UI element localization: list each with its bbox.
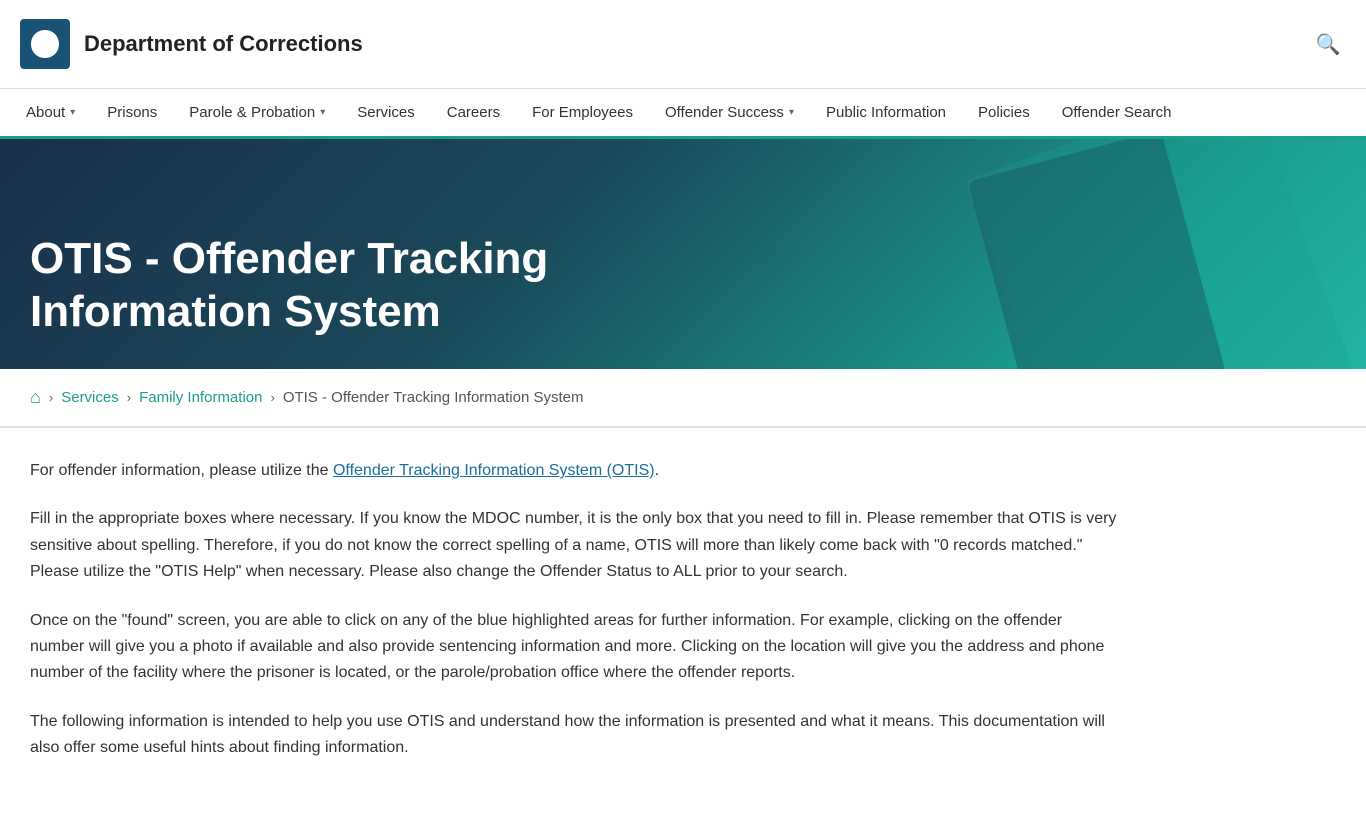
breadcrumb-home-icon[interactable]: ⌂ <box>30 387 41 408</box>
logo-link[interactable]: Department of Corrections <box>20 19 363 69</box>
nav-item-parole[interactable]: Parole & Probation ▾ <box>173 89 341 136</box>
nav-label-prisons: Prisons <box>107 104 157 121</box>
nav-label-offender-search: Offender Search <box>1062 104 1172 121</box>
nav-item-careers[interactable]: Careers <box>431 89 516 136</box>
para1-suffix: . <box>655 462 659 479</box>
logo-svg <box>27 26 63 62</box>
nav-label-parole: Parole & Probation <box>189 104 315 121</box>
breadcrumb-services-link[interactable]: Services <box>61 389 119 406</box>
nav-label-careers: Careers <box>447 104 500 121</box>
logo-icon <box>20 19 70 69</box>
nav-label-public-info: Public Information <box>826 104 946 121</box>
content-paragraph-3: Once on the "found" screen, you are able… <box>30 608 1120 687</box>
nav-label-services: Services <box>357 104 415 121</box>
otis-link[interactable]: Offender Tracking Information System (OT… <box>333 462 655 479</box>
nav-item-about[interactable]: About ▾ <box>10 89 91 136</box>
hero-title: OTIS - Offender Tracking Information Sys… <box>30 233 630 339</box>
breadcrumb-sep-3: › <box>270 390 274 405</box>
nav-item-offender-search[interactable]: Offender Search <box>1046 89 1188 136</box>
nav-item-services[interactable]: Services <box>341 89 431 136</box>
breadcrumb-sep-1: › <box>49 390 53 405</box>
para1-prefix: For offender information, please utilize… <box>30 462 333 479</box>
nav-label-offender-success: Offender Success <box>665 104 784 121</box>
chevron-down-icon-parole: ▾ <box>320 107 325 118</box>
breadcrumb-current: OTIS - Offender Tracking Information Sys… <box>283 389 584 406</box>
nav-item-public-info[interactable]: Public Information <box>810 89 962 136</box>
content-paragraph-2: Fill in the appropriate boxes where nece… <box>30 506 1120 585</box>
nav-label-about: About <box>26 104 65 121</box>
nav-item-prisons[interactable]: Prisons <box>91 89 173 136</box>
nav-item-employees[interactable]: For Employees <box>516 89 649 136</box>
content-paragraph-4: The following information is intended to… <box>30 709 1120 762</box>
breadcrumb: ⌂ › Services › Family Information › OTIS… <box>0 369 1366 428</box>
nav-label-policies: Policies <box>978 104 1030 121</box>
chevron-down-icon: ▾ <box>70 107 75 118</box>
chevron-down-icon-success: ▾ <box>789 107 794 118</box>
search-icon[interactable]: 🔍 <box>1310 26 1346 62</box>
hero-banner: OTIS - Offender Tracking Information Sys… <box>0 139 1366 369</box>
breadcrumb-sep-2: › <box>127 390 131 405</box>
nav-item-policies[interactable]: Policies <box>962 89 1046 136</box>
site-header: Department of Corrections 🔍 <box>0 0 1366 89</box>
main-content: For offender information, please utilize… <box>0 428 1150 824</box>
content-paragraph-1: For offender information, please utilize… <box>30 458 1120 484</box>
main-nav: About ▾ Prisons Parole & Probation ▾ Ser… <box>0 89 1366 139</box>
nav-label-employees: For Employees <box>532 104 633 121</box>
breadcrumb-family-link[interactable]: Family Information <box>139 389 262 406</box>
site-title: Department of Corrections <box>84 31 363 57</box>
nav-item-offender-success[interactable]: Offender Success ▾ <box>649 89 810 136</box>
